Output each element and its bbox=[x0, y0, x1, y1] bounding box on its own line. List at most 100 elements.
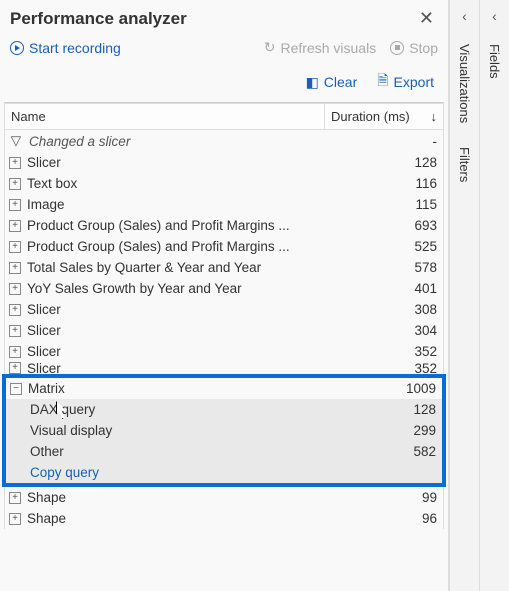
table-row[interactable]: + Slicer128 bbox=[5, 152, 443, 173]
table-header: Name Duration (ms) ↓ bbox=[4, 103, 444, 130]
row-label: Product Group (Sales) and Profit Margins… bbox=[27, 218, 377, 233]
row-duration: 99 bbox=[377, 490, 437, 505]
table-row[interactable]: +Image115 bbox=[5, 194, 443, 215]
sub-row-other[interactable]: Other 582 bbox=[6, 441, 442, 462]
table-row-matrix[interactable]: − Matrix 1009 bbox=[6, 378, 442, 399]
row-duration: 304 bbox=[377, 323, 437, 338]
close-icon[interactable]: ✕ bbox=[415, 8, 438, 29]
start-recording-button[interactable]: Start recording bbox=[10, 40, 121, 56]
table-row[interactable]: + Slicer308 bbox=[5, 299, 443, 320]
table-row[interactable]: +Shape99 bbox=[5, 487, 443, 508]
performance-analyzer-panel: Performance analyzer ✕ Start recording ↻… bbox=[0, 0, 449, 591]
stop-label: Stop bbox=[409, 40, 438, 56]
table-row[interactable]: + Slicer352 bbox=[5, 362, 443, 374]
sub-label: DAX query bbox=[30, 402, 376, 417]
row-duration: 308 bbox=[377, 302, 437, 317]
expand-icon[interactable]: + bbox=[9, 346, 21, 358]
row-label: YoY Sales Growth by Year and Year bbox=[27, 281, 377, 296]
eraser-icon: ◧ bbox=[306, 74, 319, 91]
sub-duration: 582 bbox=[376, 444, 436, 459]
row-duration: 96 bbox=[377, 511, 437, 526]
row-label: Matrix bbox=[28, 381, 376, 396]
sub-duration: 128 bbox=[376, 402, 436, 417]
row-duration: 128 bbox=[377, 155, 437, 170]
stop-button: Stop bbox=[390, 40, 438, 56]
copy-query-link[interactable]: Copy query bbox=[6, 462, 442, 483]
expand-icon[interactable]: + bbox=[9, 513, 21, 525]
chevron-left-icon: ‹ bbox=[492, 8, 497, 24]
filters-tab-label[interactable]: Filters bbox=[457, 147, 472, 182]
expand-icon[interactable]: + bbox=[9, 492, 21, 504]
row-duration: 352 bbox=[377, 362, 437, 374]
export-label: Export bbox=[394, 74, 434, 90]
row-duration: 578 bbox=[377, 260, 437, 275]
stop-icon bbox=[390, 41, 404, 55]
table-row[interactable]: + Shape96 bbox=[5, 508, 443, 529]
sub-duration: 299 bbox=[376, 423, 436, 438]
row-label: Slicer bbox=[27, 323, 377, 338]
row-label: Total Sales by Quarter & Year and Year bbox=[27, 260, 377, 275]
row-label: Text box bbox=[27, 176, 377, 191]
sub-label: Other bbox=[30, 444, 376, 459]
start-recording-label: Start recording bbox=[29, 40, 121, 56]
row-duration: 116 bbox=[377, 176, 437, 191]
row-label: Changed a slicer bbox=[29, 134, 377, 149]
clear-button[interactable]: ◧ Clear bbox=[306, 70, 358, 94]
row-label: Slicer bbox=[27, 302, 377, 317]
column-duration-label: Duration (ms) bbox=[331, 109, 410, 124]
collapse-icon[interactable]: − bbox=[10, 383, 22, 395]
copy-query-label: Copy query bbox=[30, 465, 436, 480]
visualizations-tab[interactable]: ‹ Visualizations Filters bbox=[449, 0, 479, 591]
expand-icon[interactable]: + bbox=[9, 304, 21, 316]
row-duration: 693 bbox=[377, 218, 437, 233]
table-row[interactable]: ▽Changed a slicer- bbox=[5, 130, 443, 152]
sub-row-visual-display[interactable]: Visual display 299 bbox=[6, 420, 442, 441]
table-row[interactable]: + Product Group (Sales) and Profit Margin… bbox=[5, 215, 443, 236]
expand-icon[interactable]: + bbox=[9, 178, 21, 190]
filter-icon: ▽ bbox=[9, 133, 23, 149]
row-label: Product Group (Sales) and Profit Margins… bbox=[27, 239, 377, 254]
export-button[interactable]: 🗎 Export bbox=[377, 70, 434, 94]
matrix-details: DAX query 128 Visual display 299 Other 5… bbox=[6, 399, 442, 483]
row-duration: 1009 bbox=[376, 381, 436, 396]
table-row[interactable]: + Total Sales by Quarter & Year and Year5… bbox=[5, 257, 443, 278]
row-label: Slicer bbox=[27, 344, 377, 359]
expand-icon[interactable]: + bbox=[9, 220, 21, 232]
expand-icon[interactable]: + bbox=[9, 199, 21, 211]
expand-icon[interactable]: + bbox=[9, 325, 21, 337]
row-label: Slicer bbox=[27, 362, 377, 374]
results-table: Name Duration (ms) ↓ ▽Changed a slicer-+… bbox=[0, 103, 448, 591]
expand-icon[interactable]: + bbox=[9, 262, 21, 274]
row-label: Shape bbox=[27, 511, 377, 526]
expand-icon[interactable]: + bbox=[9, 283, 21, 295]
toolbar-secondary: ◧ Clear 🗎 Export bbox=[0, 66, 448, 102]
expand-icon[interactable]: + bbox=[9, 241, 21, 253]
toolbar-primary: Start recording ↻ Refresh visuals Stop bbox=[0, 33, 448, 66]
fields-tab[interactable]: ‹ Fields bbox=[479, 0, 509, 591]
sort-arrow-icon: ↓ bbox=[431, 109, 438, 124]
sub-row-dax-query[interactable]: DAX query 128 bbox=[6, 399, 442, 420]
chevron-left-icon: ‹ bbox=[462, 8, 467, 24]
refresh-icon: ↻ bbox=[264, 39, 276, 56]
table-row[interactable]: + Slicer304 bbox=[5, 320, 443, 341]
row-duration: 115 bbox=[377, 197, 437, 212]
table-row[interactable]: + Product Group (Sales) and Profit Margin… bbox=[5, 236, 443, 257]
row-label: Slicer bbox=[27, 155, 377, 170]
column-duration[interactable]: Duration (ms) ↓ bbox=[325, 104, 443, 129]
export-icon: 🗎 bbox=[377, 70, 388, 94]
tab-label: Visualizations bbox=[457, 44, 472, 123]
panel-header: Performance analyzer ✕ bbox=[0, 0, 448, 33]
table-row[interactable]: + Slicer352 bbox=[5, 341, 443, 362]
table-row[interactable]: +YoY Sales Growth by Year and Year401 bbox=[5, 278, 443, 299]
expand-icon[interactable]: + bbox=[9, 157, 21, 169]
table-row[interactable]: + Text box116 bbox=[5, 173, 443, 194]
highlighted-matrix-group: − Matrix 1009 DAX query 128 Visual displ… bbox=[2, 374, 446, 487]
play-icon bbox=[10, 41, 24, 55]
tab-label: Fields bbox=[487, 44, 502, 79]
expand-icon[interactable]: + bbox=[9, 362, 21, 374]
row-duration: 352 bbox=[377, 344, 437, 359]
row-duration: 525 bbox=[377, 239, 437, 254]
clear-label: Clear bbox=[324, 74, 357, 90]
column-name[interactable]: Name bbox=[5, 104, 325, 129]
sub-label: Visual display bbox=[30, 423, 376, 438]
